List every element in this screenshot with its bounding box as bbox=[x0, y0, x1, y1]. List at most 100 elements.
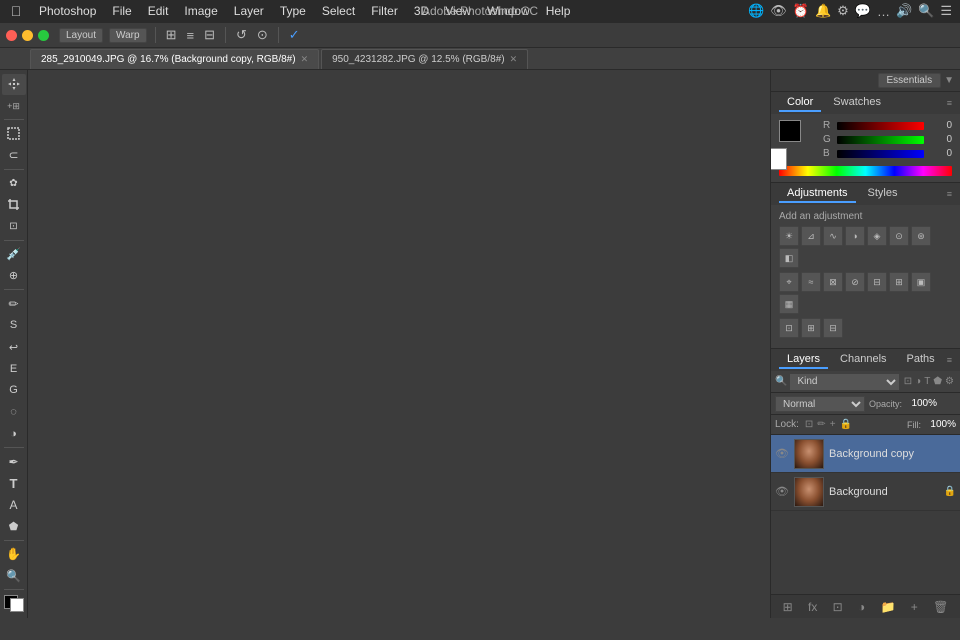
menubar-icon-3[interactable]: ⏰ bbox=[793, 3, 809, 19]
background-swatch[interactable] bbox=[770, 148, 787, 170]
menu-edit[interactable]: Edit bbox=[141, 2, 176, 20]
delete-layer-button[interactable]: 🗑 bbox=[933, 600, 948, 614]
adj-threshold[interactable]: ⊞ bbox=[889, 272, 909, 292]
filter-smart[interactable]: ⚙ bbox=[945, 376, 954, 387]
menu-help[interactable]: Help bbox=[539, 2, 578, 20]
apple-logo[interactable]:  bbox=[8, 3, 24, 19]
adj-colorbalance[interactable]: ⊛ bbox=[911, 226, 931, 246]
lock-all[interactable]: 🔒 bbox=[840, 419, 852, 430]
tool-crop[interactable] bbox=[2, 194, 26, 215]
add-mask-button[interactable]: ⊡ bbox=[833, 600, 843, 614]
layer-item-background[interactable]: 👁 Background 🔒 bbox=[771, 473, 960, 511]
paths-tab[interactable]: Paths bbox=[899, 351, 943, 369]
menu-view[interactable]: View bbox=[438, 2, 478, 20]
tab-doc-2[interactable]: 950_4231282.JPG @ 12.5% (RGB/8#) ✕ bbox=[321, 49, 528, 69]
menu-image[interactable]: Image bbox=[177, 2, 224, 20]
layers-tab[interactable]: Layers bbox=[779, 351, 828, 369]
tool-text[interactable]: T bbox=[2, 473, 26, 494]
menubar-icon-5[interactable]: ⚙ bbox=[837, 3, 849, 19]
adj-colorlookup[interactable]: ⊠ bbox=[823, 272, 843, 292]
menubar-icon-9[interactable]: 🔍 bbox=[918, 3, 934, 19]
swatches-tab[interactable]: Swatches bbox=[825, 94, 889, 112]
maximize-button[interactable] bbox=[38, 30, 49, 41]
menubar-icon-10[interactable]: ☰ bbox=[940, 3, 952, 19]
adj-posterize[interactable]: ⊟ bbox=[867, 272, 887, 292]
minimize-button[interactable] bbox=[22, 30, 33, 41]
background-color[interactable] bbox=[10, 598, 24, 612]
menu-3d[interactable]: 3D bbox=[407, 2, 436, 20]
tool-path-select[interactable]: A bbox=[2, 495, 26, 516]
menu-layer[interactable]: Layer bbox=[227, 2, 271, 20]
filter-pixel[interactable]: ⊡ bbox=[904, 376, 912, 387]
tool-dodge[interactable]: ◑ bbox=[2, 424, 26, 445]
foreground-background-colors[interactable] bbox=[2, 593, 26, 614]
grid-icon-2[interactable]: ⊟ bbox=[202, 26, 217, 44]
tool-heal[interactable]: ⊕ bbox=[2, 266, 26, 287]
adjustments-collapse[interactable]: ≡ bbox=[947, 189, 952, 199]
adj-selectivecolor[interactable]: ▦ bbox=[779, 294, 799, 314]
tool-hand[interactable]: ✋ bbox=[2, 544, 26, 565]
foreground-swatch[interactable] bbox=[779, 120, 801, 142]
layers-kind-select[interactable]: Kind bbox=[790, 374, 898, 390]
menu-type[interactable]: Type bbox=[273, 2, 313, 20]
adj-exposure[interactable]: ◑ bbox=[845, 226, 865, 246]
tool-eraser[interactable]: E bbox=[2, 358, 26, 379]
tool-brush[interactable]: ✏ bbox=[2, 293, 26, 314]
layer-visibility-1[interactable]: 👁 bbox=[775, 447, 789, 460]
tool-history-brush[interactable]: ↩ bbox=[2, 337, 26, 358]
menubar-icon-1[interactable]: 🌐 bbox=[748, 3, 764, 19]
new-group-button[interactable]: 📁 bbox=[881, 600, 896, 614]
menu-file[interactable]: File bbox=[105, 2, 138, 20]
adj-channelmixer[interactable]: ≈ bbox=[801, 272, 821, 292]
layout-button[interactable]: Layout bbox=[59, 28, 103, 43]
tool-gradient[interactable]: G bbox=[2, 380, 26, 401]
new-layer-button[interactable]: + bbox=[911, 600, 918, 614]
lock-transparent[interactable]: ⊡ bbox=[805, 419, 813, 430]
blend-mode-select[interactable]: Normal bbox=[775, 396, 865, 412]
tool-move[interactable] bbox=[2, 74, 26, 95]
filter-type[interactable]: T bbox=[924, 376, 930, 387]
adj-invert[interactable]: ⊘ bbox=[845, 272, 865, 292]
tool-pen[interactable]: ✒ bbox=[2, 451, 26, 472]
tool-shape[interactable]: ⬟ bbox=[2, 516, 26, 537]
layers-collapse[interactable]: ≡ bbox=[947, 355, 952, 365]
list-icon[interactable]: ≡ bbox=[184, 27, 196, 44]
essentials-button[interactable]: Essentials bbox=[878, 73, 942, 88]
tool-marquee[interactable] bbox=[2, 123, 26, 144]
menubar-icon-8[interactable]: 🔊 bbox=[896, 3, 912, 19]
menubar-icon-6[interactable]: 💬 bbox=[855, 3, 871, 19]
tool-artboard[interactable]: +⊞ bbox=[2, 96, 26, 117]
link-layers-button[interactable]: ⊞ bbox=[783, 600, 793, 614]
menubar-icon-4[interactable]: 🔔 bbox=[815, 3, 831, 19]
tab-doc-1[interactable]: 285_2910049.JPG @ 16.7% (Background copy… bbox=[30, 49, 319, 69]
layer-item-background-copy[interactable]: 👁 Background copy bbox=[771, 435, 960, 473]
channels-tab[interactable]: Channels bbox=[832, 351, 894, 369]
styles-tab[interactable]: Styles bbox=[860, 185, 906, 203]
essentials-chevron[interactable]: ▼ bbox=[944, 75, 954, 86]
tool-lasso[interactable]: ⊂ bbox=[2, 145, 26, 166]
add-style-button[interactable]: fx bbox=[808, 600, 817, 614]
adj-levels[interactable]: ⊿ bbox=[801, 226, 821, 246]
menu-photoshop[interactable]: Photoshop bbox=[32, 2, 103, 20]
color-tab[interactable]: Color bbox=[779, 94, 821, 112]
clock-icon[interactable]: ⊙ bbox=[255, 26, 270, 44]
red-slider[interactable] bbox=[837, 122, 924, 130]
adj-extra-3[interactable]: ⊟ bbox=[823, 318, 843, 338]
grid-icon-1[interactable]: ⊞ bbox=[164, 26, 179, 44]
adj-brightness[interactable]: ☀ bbox=[779, 226, 799, 246]
green-slider[interactable] bbox=[837, 136, 924, 144]
layer-visibility-2[interactable]: 👁 bbox=[775, 485, 789, 498]
adj-blackwhite[interactable]: ◧ bbox=[779, 248, 799, 268]
tool-stamp[interactable]: S bbox=[2, 315, 26, 336]
close-button[interactable] bbox=[6, 30, 17, 41]
history-icon[interactable]: ↺ bbox=[234, 26, 249, 44]
spectrum-bar[interactable] bbox=[779, 166, 952, 176]
adj-gradientmap[interactable]: ▣ bbox=[911, 272, 931, 292]
warp-button[interactable]: Warp bbox=[109, 28, 147, 43]
filter-adjust[interactable]: ◑ bbox=[915, 376, 921, 387]
adj-extra-1[interactable]: ⊡ bbox=[779, 318, 799, 338]
adj-curves[interactable]: ∿ bbox=[823, 226, 843, 246]
tool-blur[interactable]: ◌ bbox=[2, 402, 26, 423]
lock-position[interactable]: + bbox=[830, 419, 836, 430]
tool-zoom[interactable]: 🔍 bbox=[2, 566, 26, 587]
